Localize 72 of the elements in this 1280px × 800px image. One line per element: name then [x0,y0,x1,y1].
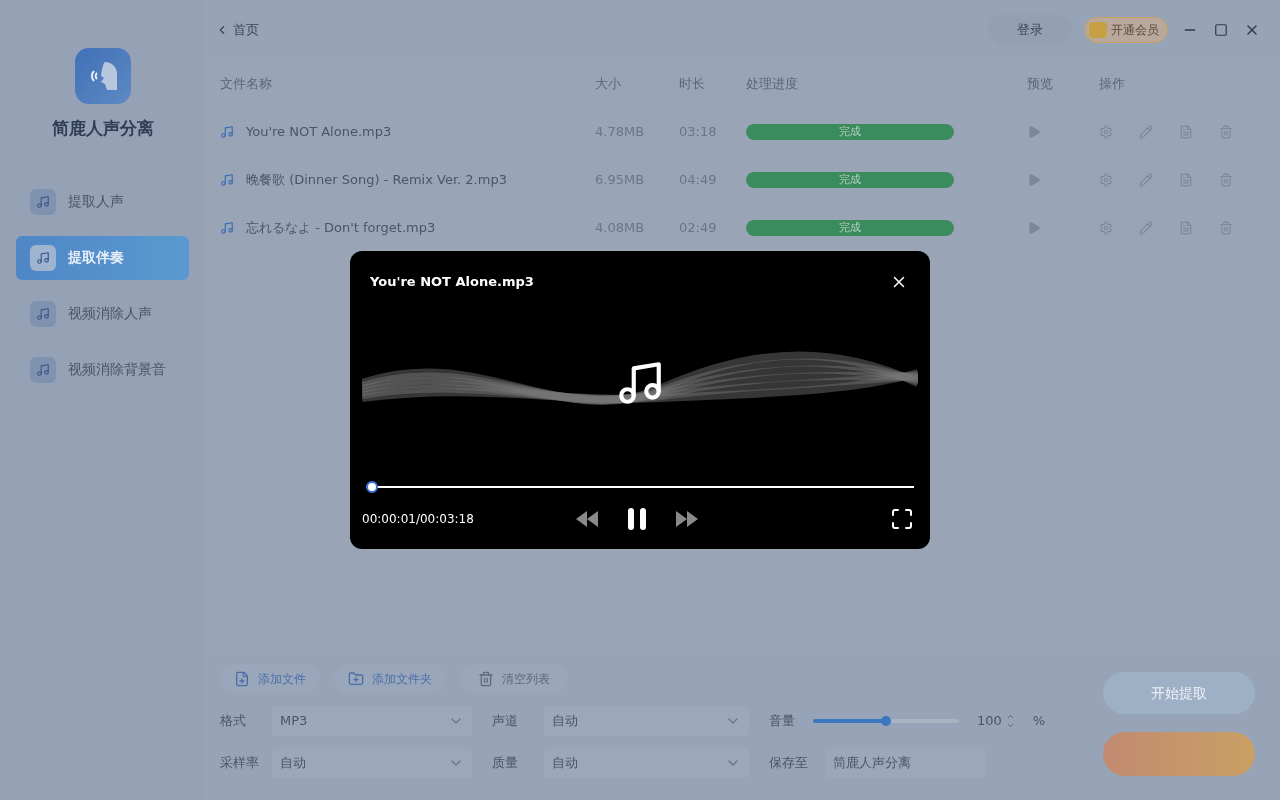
trash-icon[interactable] [1219,173,1233,187]
fullscreen-icon[interactable] [890,507,914,532]
settings-icon[interactable] [1099,125,1113,139]
trash-icon[interactable] [1219,221,1233,235]
progress-label: 完成 [838,124,862,140]
dialog-title: You're NOT Alone.mp3 [370,273,534,292]
format-select[interactable]: MP3 [272,706,472,736]
field-label: 质量 [492,754,519,773]
field-label: 采样率 [220,754,260,773]
time-label: 00:00:01/00:03:18 [362,511,475,529]
column-header: 时长 [679,75,706,94]
file-name: 晚餐歌 (Dinner Song) - Remix Ver. 2.mp3 [246,171,507,190]
pencil-icon[interactable] [1139,221,1153,235]
trash-icon[interactable] [1219,125,1233,139]
field-label: 保存至 [769,754,809,773]
add-folder-button[interactable]: 添加文件夹 [334,664,446,694]
slider-thumb[interactable] [881,716,891,726]
seek-thumb[interactable] [366,481,378,494]
maximize-icon[interactable] [1214,23,1228,37]
trash-icon [478,671,494,687]
progress-label: 完成 [838,172,862,188]
play-icon[interactable] [1027,125,1041,139]
column-header: 操作 [1099,75,1125,94]
column-header: 预览 [1027,75,1054,94]
folder-plus-icon [348,671,364,687]
settings-icon[interactable] [1099,221,1113,235]
app-logo-icon [74,48,131,104]
play-icon[interactable] [1027,173,1041,187]
sidebar-item[interactable]: 提取人声 [16,179,189,224]
save-path-field[interactable]: 简鹿人声分离 [825,748,985,778]
sidebar-item[interactable]: 视频消除人声 [16,291,189,336]
file-icon[interactable] [1179,221,1193,235]
play-icon[interactable] [1027,221,1041,235]
column-header: 文件名称 [220,75,273,94]
pencil-icon[interactable] [1139,173,1153,187]
pause-icon[interactable] [626,508,648,531]
file-name: 忘れるなよ - Don't forget.mp3 [246,219,436,238]
vip-button[interactable]: 开通会员 [1084,17,1168,43]
add-file-button[interactable]: 添加文件 [220,664,320,694]
volume-input[interactable]: 100 [977,711,1015,731]
clear-list-button[interactable]: 清空列表 [460,664,568,694]
file-icon[interactable] [1179,125,1193,139]
column-header: 处理进度 [746,75,799,94]
volume-slider-track[interactable] [813,719,959,723]
seek-slider[interactable] [366,481,914,494]
pencil-icon[interactable] [1139,125,1153,139]
progress-label: 完成 [838,220,862,236]
music-note-icon [220,173,234,187]
stepper-icon [1005,712,1015,730]
column-header: 大小 [595,75,622,94]
file-plus-icon [234,671,250,687]
settings-icon[interactable] [1099,173,1113,187]
export-button[interactable] [1103,732,1255,776]
fast-forward-icon[interactable] [676,511,698,528]
login-button[interactable]: 登录 [988,15,1072,45]
field-label: 声道 [492,712,519,731]
sidebar-item[interactable]: 视频消除背景音 [16,347,189,392]
unit-label: % [1032,712,1046,731]
sample-rate-select[interactable]: 自动 [272,748,472,778]
file-name: You're NOT Alone.mp3 [246,123,392,142]
channel-select[interactable]: 自动 [544,706,749,736]
music-note-icon [220,221,234,235]
file-icon[interactable] [1179,173,1193,187]
rewind-icon[interactable] [576,511,598,528]
start-button[interactable]: 开始提取 [1103,672,1255,714]
field-label: 格式 [220,712,247,731]
back-link[interactable]: 首页 [215,20,259,40]
music-note-icon [220,125,234,139]
sidebar-item[interactable]: 提取伴奏 [16,235,189,280]
app-name: 简鹿人声分离 [51,117,154,140]
quality-select[interactable]: 自动 [544,748,749,778]
field-label: 音量 [769,712,796,731]
